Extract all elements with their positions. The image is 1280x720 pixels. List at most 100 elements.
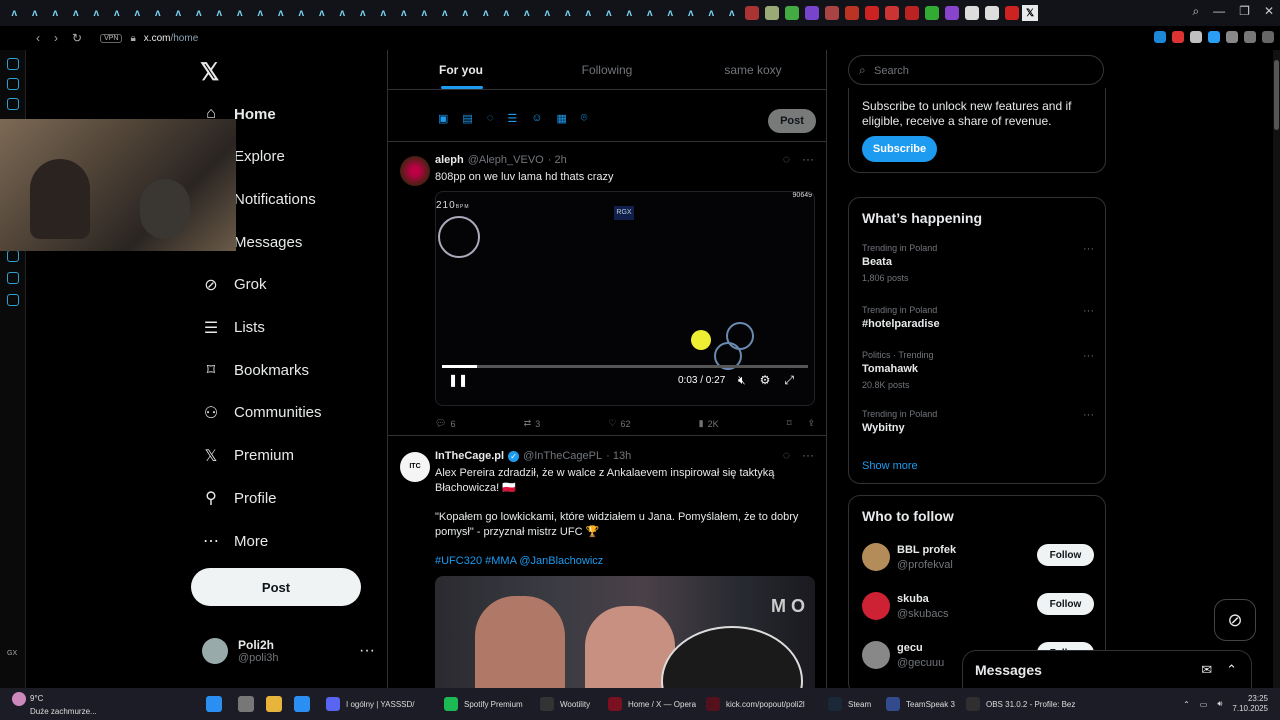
new-message-icon[interactable]: ✉ — [1201, 662, 1212, 678]
browser-tab-icon[interactable]: ᴧ — [660, 4, 681, 22]
gif-icon[interactable]: ▤ — [462, 112, 472, 125]
file-explorer-icon[interactable] — [266, 696, 282, 712]
nav-item-grok[interactable]: ⊘ Grok — [202, 276, 266, 294]
browser-tab-icon[interactable]: ᴧ — [619, 4, 640, 22]
sidebar-app-icon[interactable] — [7, 98, 19, 110]
suggestion-name[interactable]: BBL profek — [897, 544, 956, 556]
browser-tab-icon[interactable] — [945, 6, 959, 20]
more-dots-icon[interactable]: ··· — [1083, 243, 1094, 255]
browser-tab-icon[interactable]: ᴧ — [701, 4, 722, 22]
video-progress[interactable] — [442, 365, 808, 368]
avatar[interactable] — [862, 543, 890, 571]
reload-icon[interactable]: ↻ — [72, 31, 82, 45]
suggestion-name[interactable]: skuba — [897, 593, 929, 605]
mute-icon[interactable]: 🔇︎ — [738, 373, 746, 388]
browser-tab-icon[interactable] — [845, 6, 859, 20]
extension-icon[interactable] — [1208, 31, 1220, 43]
browser-tab-icon[interactable]: ᴧ — [640, 4, 661, 22]
extension-icon[interactable] — [1190, 31, 1202, 43]
more-dots-icon[interactable]: ··· — [1083, 305, 1094, 317]
gx-icon[interactable]: GX — [7, 650, 19, 662]
download-icon[interactable] — [1244, 31, 1256, 43]
browser-tab-icon[interactable]: ᴧ — [455, 4, 476, 22]
post-button[interactable]: Post — [191, 568, 361, 606]
browser-tab-icon[interactable]: ᴧ — [107, 4, 128, 22]
minimize-icon[interactable]: — — [1213, 4, 1225, 19]
composer-post-button[interactable]: Post — [768, 109, 816, 133]
sidebar-app-icon[interactable] — [7, 58, 19, 70]
trend-item[interactable]: Trending in Poland Wybitny ··· — [862, 409, 1094, 434]
task-view-icon[interactable] — [238, 696, 254, 712]
avatar[interactable]: ITC — [400, 452, 430, 482]
more-dots-icon[interactable]: ··· — [359, 642, 375, 660]
grok-fab-icon[interactable]: ⊘ — [1214, 599, 1256, 641]
location-icon[interactable]: ⌾ — [581, 112, 588, 125]
browser-tab-icon[interactable]: ᴧ — [537, 4, 558, 22]
browser-tab-icon[interactable]: ᴧ — [722, 4, 743, 22]
share-icon[interactable]: ⇪ — [807, 418, 815, 429]
nav-item-premium[interactable]: 𝕏 Premium — [202, 447, 294, 465]
weather-widget[interactable]: 9°C Duże zachmurze... — [12, 692, 97, 717]
active-tab-icon[interactable]: 𝕏 — [1022, 5, 1038, 21]
box-icon[interactable] — [7, 272, 19, 284]
browser-tab-icon[interactable]: ᴧ — [209, 4, 230, 22]
more-dots-icon[interactable]: ··· — [1083, 350, 1094, 362]
video-player[interactable]: 210BPM 90649 RGX ❚❚ 0:03 / 0:27 🔇︎ ⚙ ⤢ — [435, 191, 815, 406]
taskbar-app[interactable]: Spotify Premium — [444, 694, 523, 714]
browser-tab-icon[interactable] — [985, 6, 999, 20]
grok-icon[interactable]: ◌ — [487, 112, 494, 125]
browser-tab-icon[interactable] — [885, 6, 899, 20]
browser-tab-icon[interactable]: ᴧ — [353, 4, 374, 22]
browser-tab-icon[interactable] — [865, 6, 879, 20]
bookmark-icon[interactable]: ⌑ — [787, 418, 792, 429]
browser-tab-icon[interactable]: ᴧ — [435, 4, 456, 22]
browser-tab-icon[interactable]: ᴧ — [168, 4, 189, 22]
browser-tab-icon[interactable] — [1005, 6, 1019, 20]
sidebar-app-icon[interactable] — [7, 78, 19, 90]
browser-tab-icon[interactable]: ᴧ — [599, 4, 620, 22]
history-icon[interactable] — [7, 250, 19, 262]
scrollbar-thumb[interactable] — [1274, 60, 1279, 130]
nav-item-communities[interactable]: ⚇ Communities — [202, 404, 322, 422]
taskbar-app[interactable]: kick.com/popout/poli2l — [706, 694, 805, 714]
browser-tab-icon[interactable]: ᴧ — [25, 4, 46, 22]
tweet-photo[interactable]: M O — [435, 576, 815, 688]
timestamp[interactable]: · 2h — [548, 154, 567, 166]
author-handle[interactable]: @InTheCagePL — [523, 450, 602, 462]
author-name[interactable]: InTheCage.pl — [435, 450, 504, 462]
poll-icon[interactable]: ☰ — [507, 112, 517, 125]
browser-tab-icon[interactable]: ᴧ — [414, 4, 435, 22]
subscribe-button[interactable]: Subscribe — [862, 136, 937, 162]
browser-tab-icon[interactable]: ᴧ — [312, 4, 333, 22]
vpn-badge[interactable]: VPN — [100, 33, 123, 43]
browser-tab-icon[interactable]: ᴧ — [148, 4, 169, 22]
browser-tab-icon[interactable] — [785, 6, 799, 20]
taskbar-app[interactable]: I ogólny | YASSSD/ — [326, 694, 414, 714]
browser-tab-icon[interactable] — [965, 6, 979, 20]
tweet[interactable]: ITC InTheCage.pl ✓ @InTheCagePL · 13h ◌ … — [388, 440, 826, 688]
browser-tab-icon[interactable]: ᴧ — [517, 4, 538, 22]
author-name[interactable]: aleph — [435, 154, 464, 166]
nav-item-more[interactable]: ⋯ More — [202, 532, 268, 551]
browser-tab-icon[interactable]: ᴧ — [496, 4, 517, 22]
tray-chevron-icon[interactable]: ⌃ — [1183, 700, 1190, 709]
follow-suggestion[interactable]: skuba @skubacs Follow — [862, 590, 1094, 626]
suggestion-name[interactable]: gecu — [897, 642, 923, 654]
extension-icon[interactable] — [1154, 31, 1166, 43]
browser-tab-icon[interactable]: ᴧ — [66, 4, 87, 22]
back-icon[interactable]: ‹ — [36, 31, 40, 45]
volume-icon[interactable]: 🔊︎ — [1217, 699, 1222, 709]
browser-tab-icon[interactable]: ᴧ — [4, 4, 25, 22]
trend-item[interactable]: Trending in Poland #hotelparadise ··· — [862, 305, 1094, 330]
browser-tab-icon[interactable]: ᴧ — [578, 4, 599, 22]
pause-icon[interactable]: ❚❚ — [448, 373, 468, 387]
more-dots-icon[interactable]: ··· — [1083, 409, 1094, 421]
browser-tab-icon[interactable]: ᴧ — [127, 4, 148, 22]
browser-tab-icon[interactable]: ᴧ — [86, 4, 107, 22]
nav-item-profile[interactable]: ⚲ Profile — [202, 489, 276, 508]
taskbar-app[interactable]: Steam — [828, 694, 871, 714]
taskbar-app[interactable]: TeamSpeak 3 — [886, 694, 955, 714]
avatar[interactable] — [400, 156, 430, 186]
browser-tab-icon[interactable]: ᴧ — [332, 4, 353, 22]
grok-icon[interactable]: ◌ — [783, 448, 790, 462]
